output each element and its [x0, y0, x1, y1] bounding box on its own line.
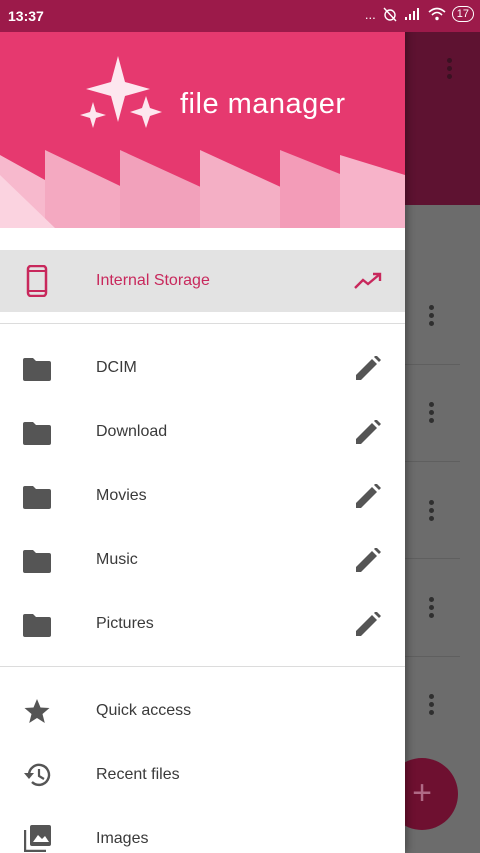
signal-icon	[404, 8, 419, 20]
item-more-icon[interactable]	[429, 402, 435, 424]
nav-item-images[interactable]: Images	[0, 807, 405, 853]
folder-icon	[23, 358, 51, 381]
trend-icon[interactable]	[354, 272, 382, 290]
item-more-icon[interactable]	[429, 597, 435, 619]
overflow-menu-icon[interactable]	[447, 58, 452, 82]
nav-item-label: Images	[96, 830, 149, 847]
folder-item-dcim[interactable]: DCIM	[0, 336, 405, 400]
divider	[405, 364, 460, 365]
divider	[0, 323, 405, 324]
storage-item-internal[interactable]: Internal Storage	[0, 250, 405, 312]
app-title: file manager	[180, 88, 346, 120]
folder-icon	[23, 422, 51, 445]
battery-indicator: 17	[451, 6, 474, 22]
divider	[0, 666, 405, 667]
notification-dots: ...	[364, 6, 376, 22]
storage-label: Internal Storage	[96, 272, 210, 289]
wifi-icon	[428, 7, 446, 21]
navigation-drawer: file manager Internal Storage DCIM Downl…	[0, 0, 405, 853]
folder-label: Music	[96, 551, 138, 568]
edit-pencil-icon[interactable]	[354, 484, 382, 510]
item-more-icon[interactable]	[429, 500, 435, 522]
drawer-header: file manager	[0, 0, 405, 228]
star-icon	[24, 699, 50, 723]
nav-item-label: Recent files	[96, 766, 180, 783]
nav-item-quick-access[interactable]: Quick access	[0, 679, 405, 743]
folder-item-download[interactable]: Download	[0, 400, 405, 464]
nav-item-recent-files[interactable]: Recent files	[0, 743, 405, 807]
folder-icon	[23, 486, 51, 509]
folder-item-music[interactable]: Music	[0, 528, 405, 592]
folder-label: Pictures	[96, 615, 154, 632]
edit-pencil-icon[interactable]	[354, 420, 382, 446]
item-more-icon[interactable]	[429, 694, 435, 716]
folder-icon	[23, 614, 51, 637]
divider	[405, 656, 460, 657]
edit-pencil-icon[interactable]	[354, 548, 382, 574]
alarm-off-icon	[383, 7, 397, 22]
folder-item-pictures[interactable]: Pictures	[0, 592, 405, 656]
folder-label: Movies	[96, 487, 147, 504]
folder-label: Download	[96, 423, 168, 440]
divider	[405, 461, 460, 462]
folder-icon	[23, 550, 51, 573]
status-bar: 13:37 ... 17	[0, 0, 480, 32]
images-icon	[24, 825, 51, 852]
folder-label: DCIM	[96, 359, 137, 376]
edit-pencil-icon[interactable]	[354, 356, 382, 382]
history-icon	[24, 763, 51, 787]
phone-icon	[26, 265, 48, 297]
item-more-icon[interactable]	[429, 305, 435, 327]
status-time: 13:37	[8, 8, 44, 24]
nav-item-label: Quick access	[96, 702, 192, 719]
divider	[405, 558, 460, 559]
status-icons: ... 17	[365, 6, 474, 22]
edit-pencil-icon[interactable]	[354, 612, 382, 638]
folder-item-movies[interactable]: Movies	[0, 464, 405, 528]
sparkle-logo-icon	[80, 56, 162, 128]
